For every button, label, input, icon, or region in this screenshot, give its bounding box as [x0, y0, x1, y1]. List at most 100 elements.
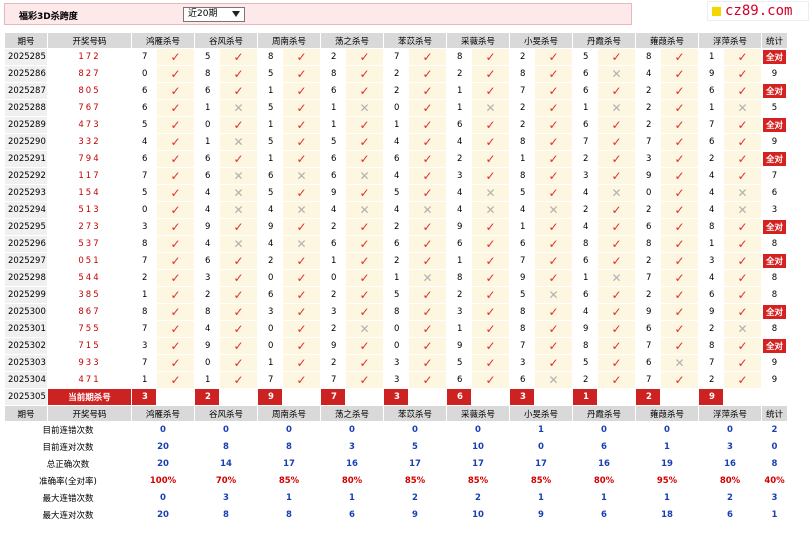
check-icon: ✓: [156, 303, 195, 321]
stat-row: 最大连对次数 20 8 8 6 9 10 9 6 18 6 1: [4, 506, 788, 524]
kill-number: 6: [383, 235, 409, 253]
site-logo[interactable]: cz89.com: [707, 1, 809, 21]
period-select[interactable]: 近20期: [183, 7, 245, 22]
period-cell: 2025304: [4, 371, 48, 389]
check-icon: ✓: [660, 48, 699, 66]
kill-number: 1: [509, 218, 535, 236]
stat-row: 目前连错次数 0 0 0 0 0 0 1 0 0 0 2: [4, 421, 788, 439]
check-icon: ✓: [408, 235, 447, 253]
kill-number: 4: [383, 167, 409, 185]
kill-number: 7: [257, 371, 283, 389]
check-icon: ✓: [660, 269, 699, 287]
check-icon: ✓: [471, 320, 510, 338]
kill-number: 8: [509, 167, 535, 185]
check-icon: ✓: [471, 133, 510, 151]
blank-cell: [597, 388, 636, 406]
kill-number: 0: [635, 184, 661, 202]
check-icon: ✓: [660, 286, 699, 304]
stat-value: 0: [446, 421, 510, 439]
kill-number: 5: [257, 65, 283, 83]
stat-value: 0: [131, 489, 195, 507]
row-total: 全对: [761, 82, 788, 100]
check-icon: ✓: [408, 82, 447, 100]
kill-number: 6: [446, 116, 472, 134]
kill-number: 7: [635, 133, 661, 151]
stat-value: 6: [572, 438, 636, 456]
kill-number: 1: [446, 320, 472, 338]
check-icon: ✓: [660, 82, 699, 100]
total-value: 8: [771, 290, 778, 300]
kill-number: 7: [383, 48, 409, 66]
cross-icon: ✕: [408, 269, 447, 287]
header-numbers: 开奖号码: [47, 405, 132, 422]
kill-number: 7: [509, 82, 535, 100]
kill-number: 2: [194, 286, 220, 304]
check-icon: ✓: [156, 337, 195, 355]
table-row: 2025298 544 2 ✓ 3 ✓ 0 ✓ 0 ✓ 1 ✕ 8 ✓ 9 ✓ 1 ✕ 7 ✓ 4 ✓ 8: [4, 269, 788, 287]
kill-number: 2: [257, 252, 283, 270]
table-row: 2025292 117 7 ✓ 6 ✕ 6 ✕ 6 ✕ 4 ✓ 3 ✓ 8 ✓ 3 ✓ 9 ✓ 4 ✓ 7: [4, 167, 788, 185]
stat-label: 目前连错次数: [4, 421, 132, 439]
kill-number: 4: [257, 201, 283, 219]
stat-value: 1: [761, 506, 788, 524]
stat-label: 总正确次数: [4, 455, 132, 473]
check-icon: ✓: [597, 303, 636, 321]
check-icon: ✓: [345, 337, 384, 355]
current-kill-number: 3: [383, 388, 409, 406]
page-title: 福彩3D杀跨度: [19, 12, 78, 22]
check-icon: ✓: [282, 252, 321, 270]
kill-number: 3: [446, 303, 472, 321]
kill-number: 1: [698, 48, 724, 66]
kill-number: 8: [698, 218, 724, 236]
header-predictor: 丹霞杀号: [572, 405, 636, 422]
draw-numbers: 715: [47, 337, 132, 355]
stat-label: 最大连错次数: [4, 489, 132, 507]
kill-number: 2: [320, 320, 346, 338]
header-predictor: 浮萍杀号: [698, 405, 762, 422]
kill-number: 2: [635, 201, 661, 219]
cross-icon: ✕: [597, 65, 636, 83]
check-icon: ✓: [660, 150, 699, 168]
check-icon: ✓: [723, 167, 762, 185]
kill-number: 6: [509, 371, 535, 389]
stat-value: 16: [572, 455, 636, 473]
cross-icon: ✕: [471, 201, 510, 219]
check-icon: ✓: [219, 303, 258, 321]
kill-span-table: 期号 开奖号码 鸿雁杀号 谷风杀号 周南杀号 荡之杀号 苯苡杀号 采薇杀号 小旻杀号 丹霞杀号 蕹葭…: [4, 32, 788, 524]
stat-value: 20: [131, 506, 195, 524]
kill-number: 3: [131, 218, 157, 236]
kill-number: 1: [194, 99, 220, 117]
row-total: 6: [761, 184, 788, 202]
cross-icon: ✕: [534, 286, 573, 304]
kill-number: 2: [572, 371, 598, 389]
check-icon: ✓: [471, 116, 510, 134]
check-icon: ✓: [282, 99, 321, 117]
kill-number: 9: [698, 65, 724, 83]
stat-value: 3: [698, 438, 762, 456]
stat-label: 最大连对次数: [4, 506, 132, 524]
kill-number: 8: [572, 235, 598, 253]
kill-number: 9: [257, 218, 283, 236]
kill-number: 4: [194, 201, 220, 219]
kill-number: 2: [635, 82, 661, 100]
cross-icon: ✕: [345, 201, 384, 219]
check-icon: ✓: [534, 184, 573, 202]
kill-number: 8: [698, 337, 724, 355]
check-icon: ✓: [345, 286, 384, 304]
stat-value: 0: [698, 421, 762, 439]
kill-number: 2: [572, 150, 598, 168]
check-icon: ✓: [534, 354, 573, 372]
stat-value: 0: [257, 421, 321, 439]
table-row: 2025303 933 7 ✓ 0 ✓ 1 ✓ 2 ✓ 3 ✓ 5 ✓ 3 ✓ 5 ✓ 6 ✕ 7 ✓ 9: [4, 354, 788, 372]
blank-cell: [345, 388, 384, 406]
table-row: 2025294 513 0 ✓ 4 ✕ 4 ✕ 4 ✕ 4 ✕ 4 ✕ 4 ✕ 2 ✓ 2 ✓ 4 ✕ 3: [4, 201, 788, 219]
check-icon: ✓: [534, 82, 573, 100]
check-icon: ✓: [471, 235, 510, 253]
total-value: 全对: [762, 84, 786, 98]
check-icon: ✓: [723, 286, 762, 304]
check-icon: ✓: [534, 167, 573, 185]
stat-value: 14: [194, 455, 258, 473]
stat-value: 100%: [131, 472, 195, 490]
stat-value: 85%: [509, 472, 573, 490]
stat-value: 6: [698, 506, 762, 524]
